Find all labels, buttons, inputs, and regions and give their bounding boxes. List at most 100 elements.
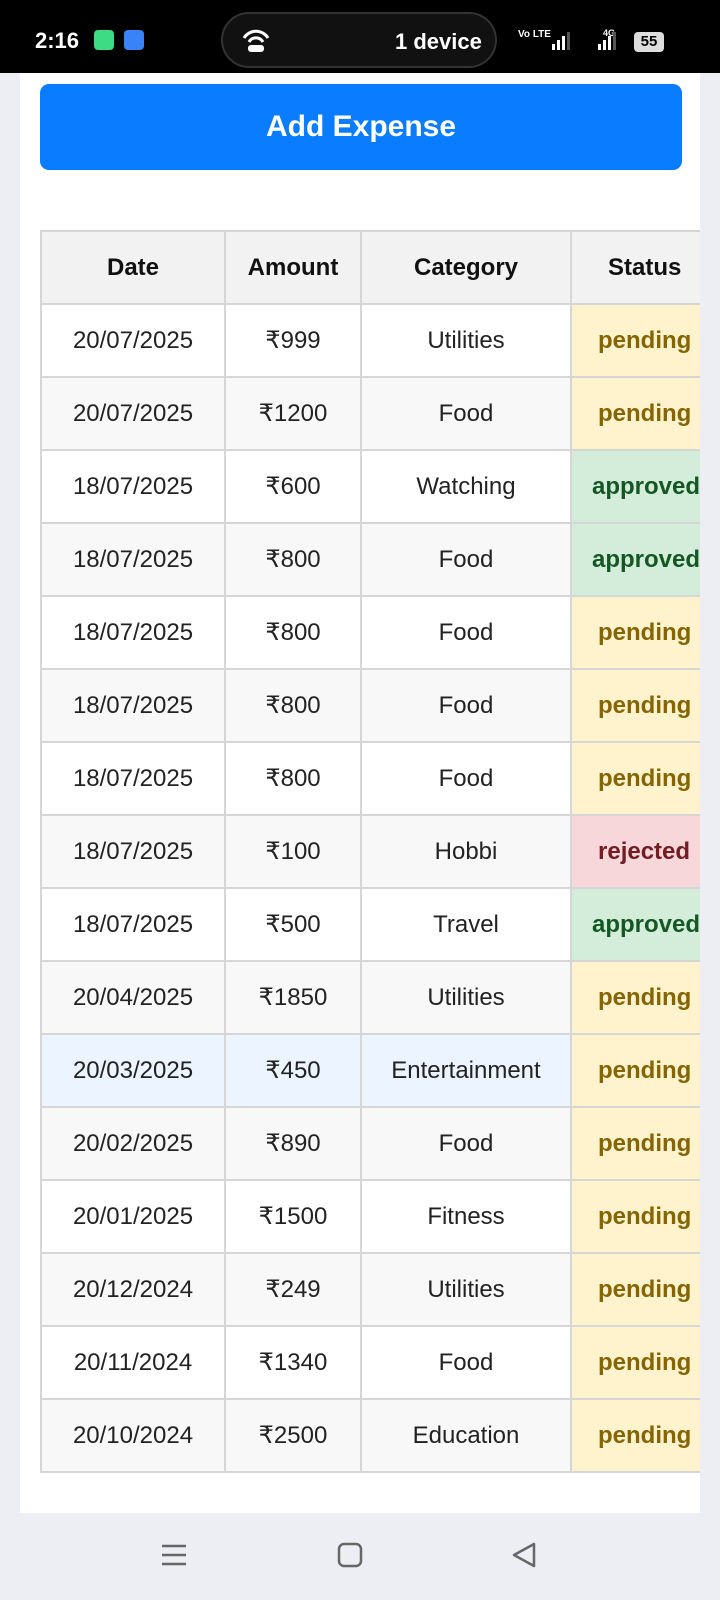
home-square-icon[interactable] (336, 1541, 364, 1574)
amount-cell: ₹600 (224, 449, 362, 524)
header-date[interactable]: Date (40, 230, 226, 305)
table-row[interactable]: 20/02/2025 ₹890 Food pending (40, 1106, 700, 1181)
amount-cell: ₹249 (224, 1252, 362, 1327)
category-cell: Entertainment (360, 1033, 572, 1108)
date-cell: 20/03/2025 (40, 1033, 226, 1108)
category-cell: Food (360, 668, 572, 743)
date-cell: 20/11/2024 (40, 1325, 226, 1400)
date-cell: 18/07/2025 (40, 449, 226, 524)
back-triangle-icon[interactable] (510, 1541, 538, 1574)
date-cell: 18/07/2025 (40, 814, 226, 889)
table-row[interactable]: 20/03/2025 ₹450 Entertainment pending (40, 1033, 700, 1108)
category-cell: Utilities (360, 303, 572, 378)
table-row[interactable]: 20/10/2024 ₹2500 Education pending (40, 1398, 700, 1473)
category-cell: Hobbi (360, 814, 572, 889)
navigation-bar (0, 1513, 720, 1600)
date-cell: 20/01/2025 (40, 1179, 226, 1254)
status-badge: approved (570, 449, 700, 524)
category-cell: Food (360, 522, 572, 597)
amount-cell: ₹1500 (224, 1179, 362, 1254)
table-row[interactable]: 20/07/2025 ₹999 Utilities pending (40, 303, 700, 378)
header-status[interactable]: Status (570, 230, 700, 305)
amount-cell: ₹100 (224, 814, 362, 889)
status-badge: pending (570, 1252, 700, 1327)
android-notification-icon (124, 30, 144, 50)
table-header-row: Date Amount Category Status (40, 230, 700, 305)
amount-cell: ₹800 (224, 595, 362, 670)
category-cell: Food (360, 1325, 572, 1400)
status-badge: approved (570, 522, 700, 597)
table-row[interactable]: 20/11/2024 ₹1340 Food pending (40, 1325, 700, 1400)
amount-cell: ₹890 (224, 1106, 362, 1181)
date-cell: 18/07/2025 (40, 741, 226, 816)
date-cell: 20/12/2024 (40, 1252, 226, 1327)
table-row[interactable]: 18/07/2025 ₹800 Food approved (40, 522, 700, 597)
table-row[interactable]: 20/01/2025 ₹1500 Fitness pending (40, 1179, 700, 1254)
date-cell: 20/07/2025 (40, 303, 226, 378)
status-badge: pending (570, 1325, 700, 1400)
menu-lines-icon[interactable] (160, 1541, 188, 1574)
battery-icon: 55 (634, 32, 664, 52)
status-bar: 2:16 1 device Vo LTE 4G 55 (0, 0, 720, 73)
status-badge: rejected (570, 814, 700, 889)
table-row[interactable]: 18/07/2025 ₹800 Food pending (40, 741, 700, 816)
category-cell: Food (360, 1106, 572, 1181)
category-cell: Utilities (360, 960, 572, 1035)
table-row[interactable]: 18/07/2025 ₹500 Travel approved (40, 887, 700, 962)
hotspot-device-count: 1 device (395, 29, 482, 54)
category-cell: Food (360, 595, 572, 670)
header-category[interactable]: Category (360, 230, 572, 305)
table-row[interactable]: 20/04/2025 ₹1850 Utilities pending (40, 960, 700, 1035)
table-row[interactable]: 18/07/2025 ₹800 Food pending (40, 668, 700, 743)
status-badge: pending (570, 668, 700, 743)
app-notification-icon (94, 30, 114, 50)
status-badge: pending (570, 376, 700, 451)
status-badge: pending (570, 1106, 700, 1181)
date-cell: 20/02/2025 (40, 1106, 226, 1181)
table-row[interactable]: 20/07/2025 ₹1200 Food pending (40, 376, 700, 451)
status-badge: pending (570, 960, 700, 1035)
category-cell: Travel (360, 887, 572, 962)
signal-icon (552, 30, 574, 55)
category-cell: Food (360, 376, 572, 451)
add-expense-button[interactable]: Add Expense (40, 84, 682, 170)
date-cell: 18/07/2025 (40, 522, 226, 597)
status-badge: pending (570, 1179, 700, 1254)
category-cell: Utilities (360, 1252, 572, 1327)
status-badge: pending (570, 303, 700, 378)
hotspot-pill[interactable]: 1 device (221, 12, 497, 68)
table-row[interactable]: 20/12/2024 ₹249 Utilities pending (40, 1252, 700, 1327)
date-cell: 20/10/2024 (40, 1398, 226, 1473)
expense-table-container[interactable]: Date Amount Category Status 20/07/2025 ₹9… (40, 230, 700, 1513)
hotspot-icon (241, 26, 271, 59)
amount-cell: ₹800 (224, 522, 362, 597)
expense-card: Add Expense Date Amount Category Status … (20, 73, 700, 1513)
status-badge: pending (570, 595, 700, 670)
status-badge: pending (570, 1033, 700, 1108)
status-badge: pending (570, 741, 700, 816)
date-cell: 20/07/2025 (40, 376, 226, 451)
amount-cell: ₹999 (224, 303, 362, 378)
date-cell: 18/07/2025 (40, 887, 226, 962)
header-amount[interactable]: Amount (224, 230, 362, 305)
table-row[interactable]: 18/07/2025 ₹600 Watching approved (40, 449, 700, 524)
volte-indicator: Vo LTE (518, 29, 551, 40)
amount-cell: ₹1850 (224, 960, 362, 1035)
clock: 2:16 (35, 28, 80, 53)
date-cell: 18/07/2025 (40, 595, 226, 670)
status-badge: approved (570, 887, 700, 962)
amount-cell: ₹450 (224, 1033, 362, 1108)
amount-cell: ₹2500 (224, 1398, 362, 1473)
category-cell: Watching (360, 449, 572, 524)
date-cell: 18/07/2025 (40, 668, 226, 743)
amount-cell: ₹500 (224, 887, 362, 962)
category-cell: Food (360, 741, 572, 816)
category-cell: Fitness (360, 1179, 572, 1254)
amount-cell: ₹1340 (224, 1325, 362, 1400)
amount-cell: ₹800 (224, 741, 362, 816)
signal-icon-2 (598, 30, 620, 55)
date-cell: 20/04/2025 (40, 960, 226, 1035)
amount-cell: ₹1200 (224, 376, 362, 451)
table-row[interactable]: 18/07/2025 ₹800 Food pending (40, 595, 700, 670)
table-row[interactable]: 18/07/2025 ₹100 Hobbi rejected (40, 814, 700, 889)
